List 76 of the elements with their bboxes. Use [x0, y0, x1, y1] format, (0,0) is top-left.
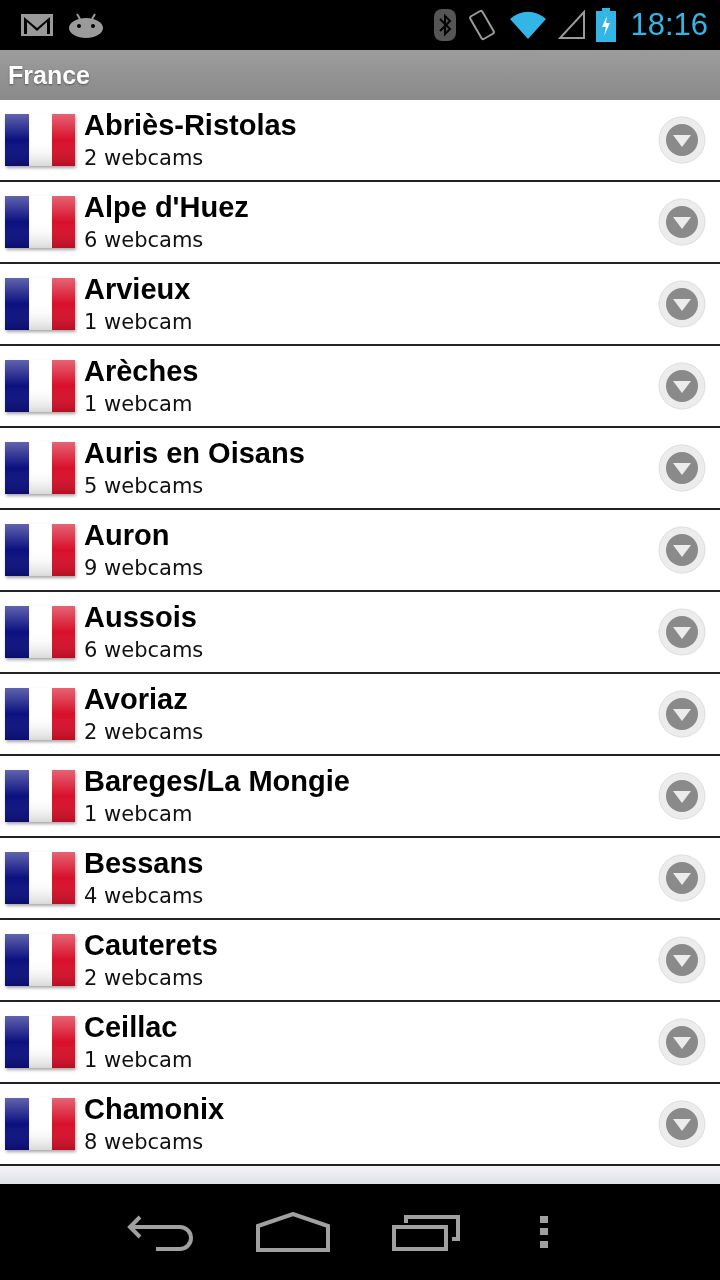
flag-icon	[5, 770, 75, 822]
flag-icon	[5, 606, 75, 658]
battery-icon	[596, 8, 617, 42]
resort-name: Auris en Oisans	[84, 436, 306, 470]
list-item[interactable]: Auron 9 webcams	[0, 510, 720, 592]
mail-icon	[20, 13, 54, 37]
list-item[interactable]: Arvieux 1 webcam	[0, 264, 720, 346]
resort-name: Arvieux	[84, 272, 192, 306]
list-item[interactable]: Cauterets 2 webcams	[0, 920, 720, 1002]
flag-icon	[5, 1098, 75, 1150]
flag-icon	[5, 688, 75, 740]
resort-name: Alpe d'Huez	[84, 190, 250, 224]
resort-name: Bareges/La Mongie	[84, 764, 351, 798]
list-item[interactable]: Arèches 1 webcam	[0, 346, 720, 428]
list-item[interactable]: Avoriaz 2 webcams	[0, 674, 720, 756]
list-item[interactable]: Aussois 6 webcams	[0, 592, 720, 674]
webcam-count: 8 webcams	[84, 1129, 205, 1156]
home-icon[interactable]	[256, 1212, 330, 1252]
flag-icon	[5, 114, 75, 166]
resort-name: Ceillac	[84, 1010, 179, 1044]
webcam-count: 6 webcams	[84, 227, 205, 254]
webcam-count: 1 webcam	[84, 309, 194, 336]
dropdown-icon[interactable]	[658, 936, 706, 984]
resort-name: Chamonix	[84, 1092, 226, 1126]
recent-apps-icon[interactable]	[392, 1213, 462, 1251]
resort-name: Cauterets	[84, 928, 219, 962]
webcam-count: 6 webcams	[84, 637, 205, 664]
back-icon[interactable]	[126, 1213, 194, 1251]
resort-name: Arèches	[84, 354, 200, 388]
webcam-count: 1 webcam	[84, 1047, 194, 1074]
dropdown-icon[interactable]	[658, 362, 706, 410]
clock-time: 18:16	[630, 7, 708, 43]
flag-icon	[5, 934, 75, 986]
list-item[interactable]: Bareges/La Mongie 1 webcam	[0, 756, 720, 838]
dropdown-icon[interactable]	[658, 444, 706, 492]
webcam-count: 2 webcams	[84, 719, 205, 746]
resort-name: Bessans	[84, 846, 205, 880]
webcam-count: 1 webcam	[84, 391, 194, 418]
resort-name: Aussois	[84, 600, 198, 634]
resort-name: Avoriaz	[84, 682, 189, 716]
dropdown-icon[interactable]	[658, 1100, 706, 1148]
dropdown-icon[interactable]	[658, 526, 706, 574]
webcam-count: 2 webcams	[84, 965, 205, 992]
list-item[interactable]: Abriès-Ristolas 2 webcams	[0, 100, 720, 182]
flag-icon	[5, 196, 75, 248]
dropdown-icon[interactable]	[658, 116, 706, 164]
list-item[interactable]: Alpe d'Huez 6 webcams	[0, 182, 720, 264]
webcam-count: 5 webcams	[84, 473, 205, 500]
resort-name: Abriès-Ristolas	[84, 108, 298, 142]
bluetooth-icon	[434, 9, 457, 41]
list-item[interactable]: Auris en Oisans 5 webcams	[0, 428, 720, 510]
dropdown-icon[interactable]	[658, 690, 706, 738]
dropdown-icon[interactable]	[658, 280, 706, 328]
webcam-count: 2 webcams	[84, 145, 205, 172]
dropdown-icon[interactable]	[658, 772, 706, 820]
android-icon	[68, 12, 104, 38]
webcam-count: 1 webcam	[84, 801, 194, 828]
flag-icon	[5, 360, 75, 412]
resort-name: Auron	[84, 518, 171, 552]
menu-icon[interactable]	[540, 1216, 548, 1248]
flag-icon	[5, 524, 75, 576]
list-item[interactable]: Ceillac 1 webcam	[0, 1002, 720, 1084]
webcam-count: 4 webcams	[84, 883, 205, 910]
dropdown-icon[interactable]	[658, 198, 706, 246]
flag-icon	[5, 1016, 75, 1068]
dropdown-icon[interactable]	[658, 1018, 706, 1066]
signal-icon	[558, 10, 587, 40]
dropdown-icon[interactable]	[658, 608, 706, 656]
dropdown-icon[interactable]	[658, 854, 706, 902]
flag-icon	[5, 278, 75, 330]
list-item[interactable]: Bessans 4 webcams	[0, 838, 720, 920]
wifi-icon	[508, 10, 549, 40]
flag-icon	[5, 852, 75, 904]
flag-icon	[5, 442, 75, 494]
webcam-count: 9 webcams	[84, 555, 205, 582]
screen-title: France	[8, 60, 90, 90]
